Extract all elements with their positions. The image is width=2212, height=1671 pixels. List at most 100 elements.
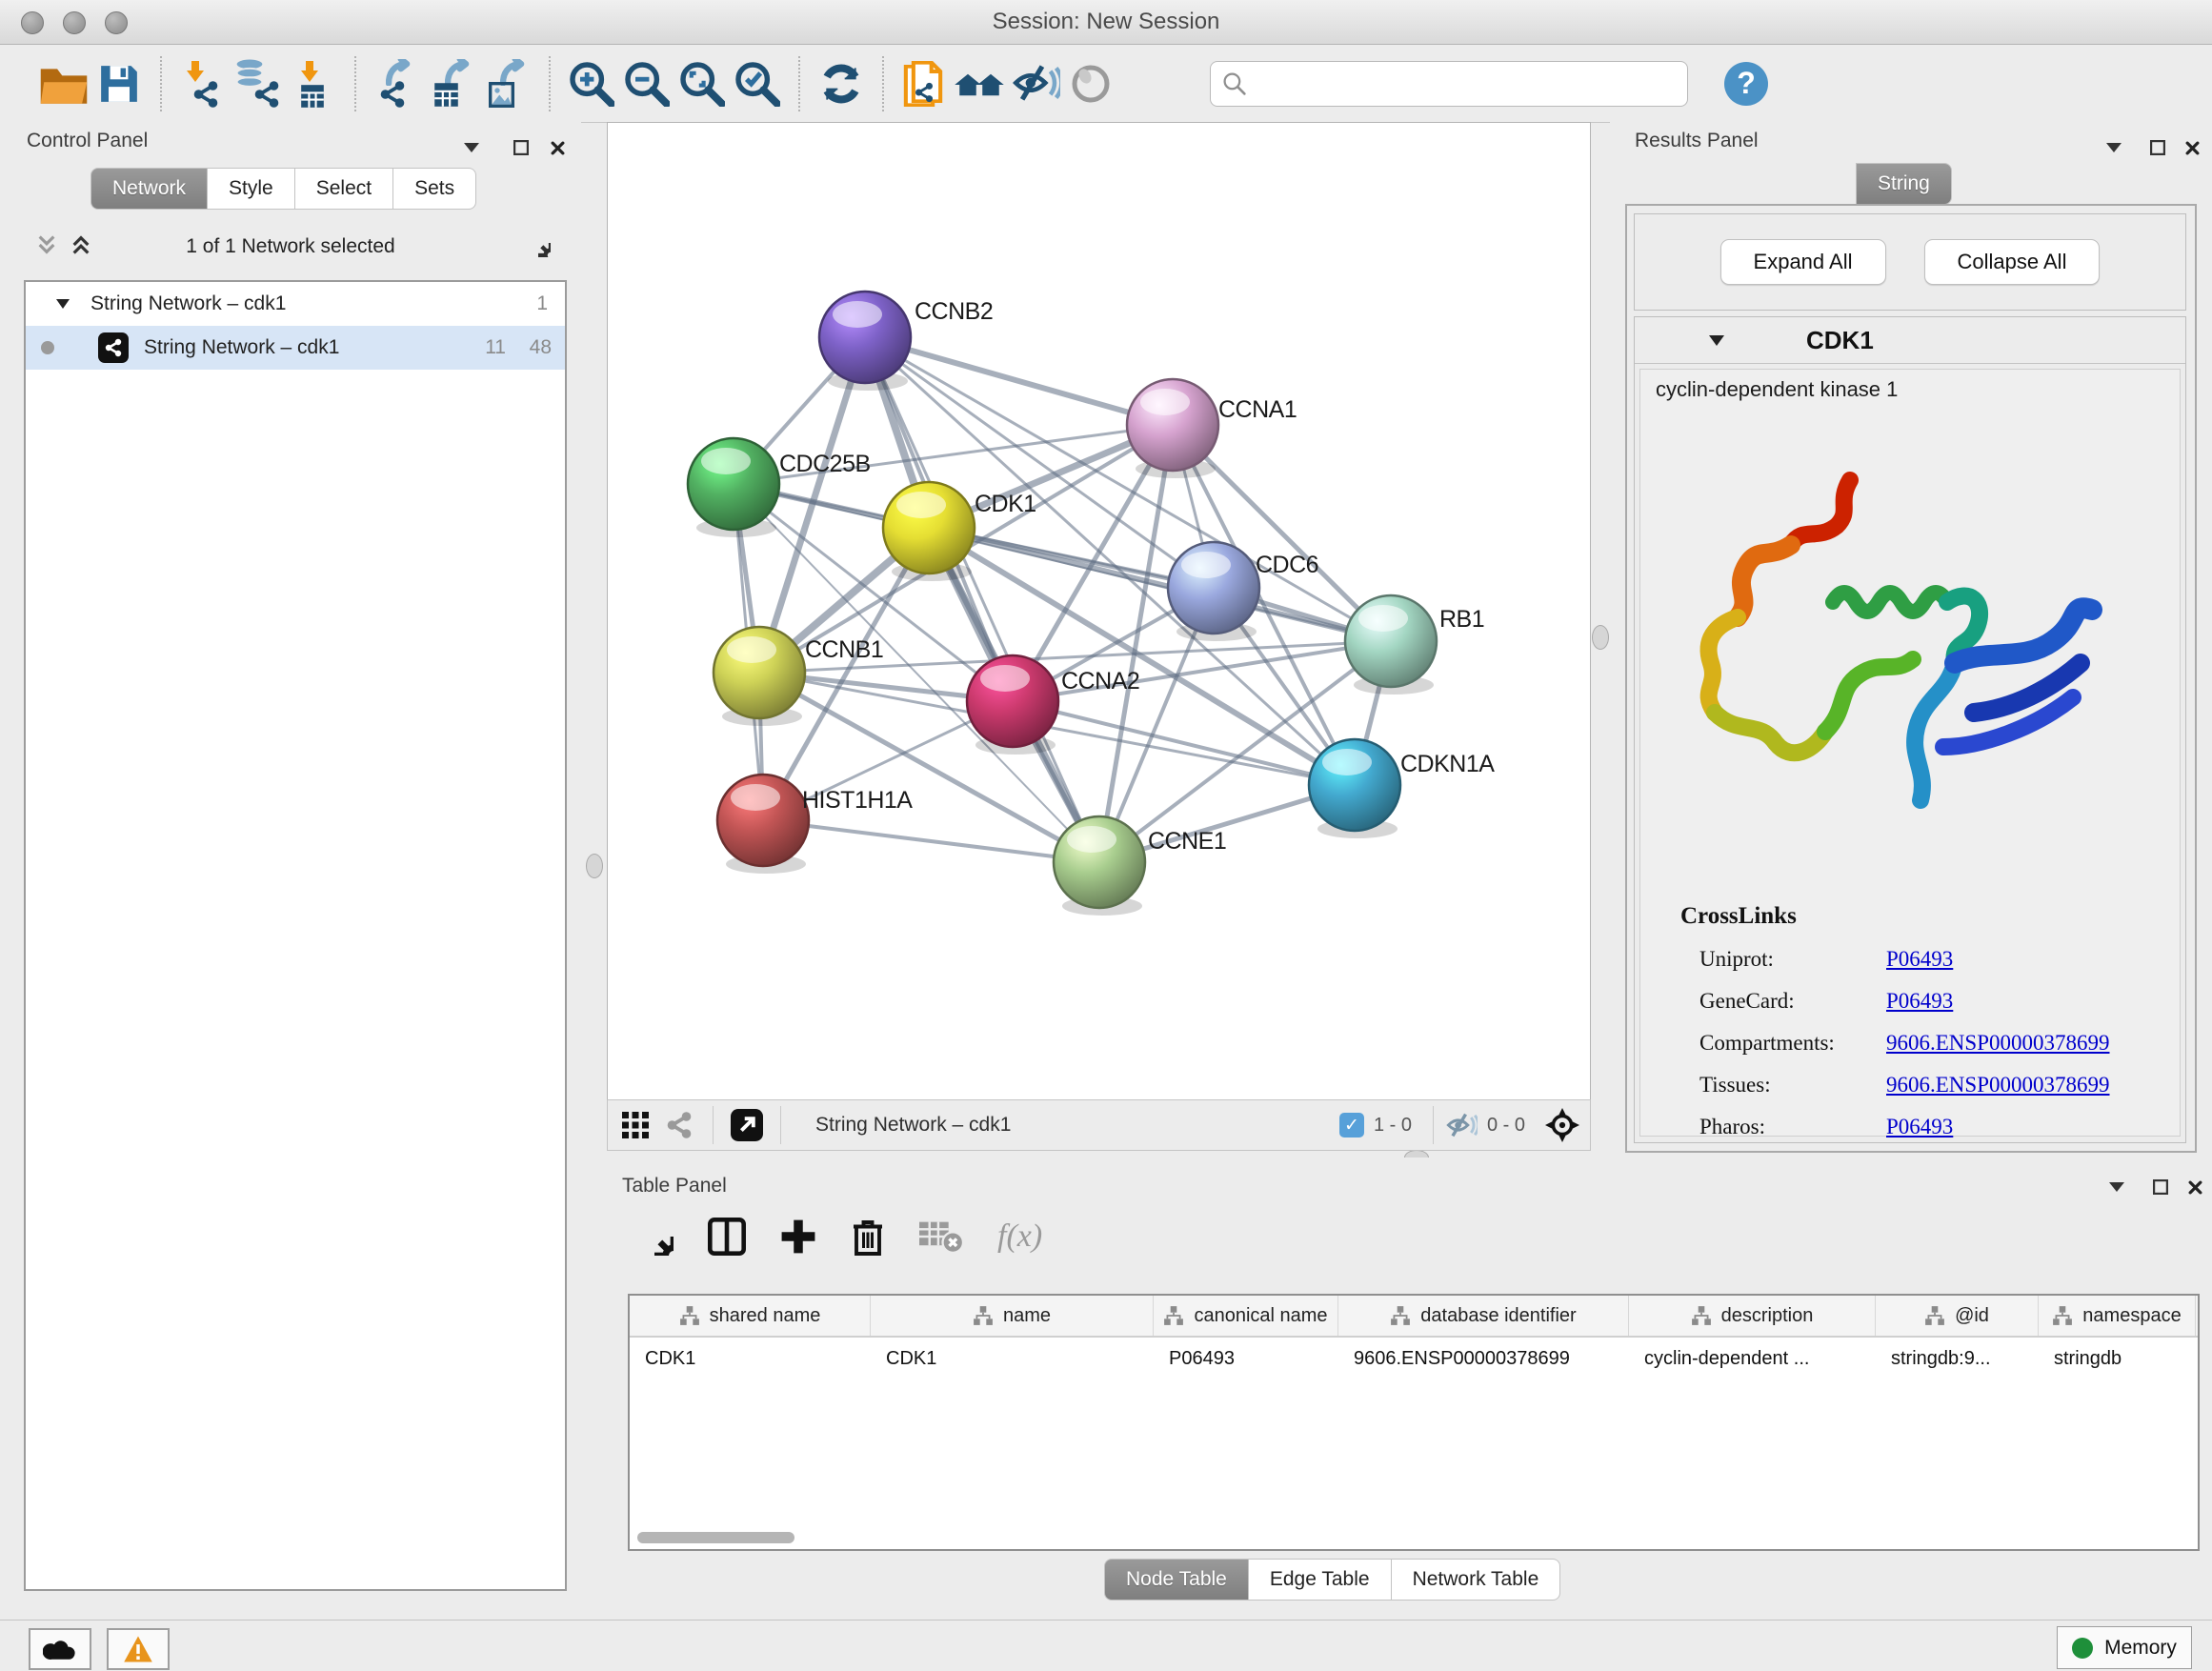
open-session-button[interactable]: [36, 56, 91, 111]
import-network-from-database-button[interactable]: [231, 56, 286, 111]
table-cell[interactable]: CDK1: [630, 1338, 871, 1379]
table-cell[interactable]: stringdb: [2039, 1338, 2196, 1379]
node-CDC6[interactable]: CDC6: [1168, 542, 1318, 641]
add-column-icon[interactable]: [780, 1218, 816, 1255]
column-header-@id[interactable]: @id: [1876, 1296, 2039, 1336]
collapse-entry-icon[interactable]: [1709, 335, 1724, 346]
selected-checkbox-icon[interactable]: ✓: [1339, 1113, 1364, 1137]
crosslink-link[interactable]: P06493: [1886, 989, 1953, 1014]
titlebar: Session: New Session: [0, 0, 2212, 45]
cloud-button[interactable]: [29, 1628, 91, 1670]
zoom-selected-button[interactable]: [730, 56, 785, 111]
edge-CDK1-RB1[interactable]: [929, 528, 1391, 641]
expand-collapse-bar: Expand All Collapse All: [1634, 213, 2186, 311]
string-document-button[interactable]: [897, 56, 953, 111]
network-row-selected[interactable]: String Network – cdk1 11 48: [26, 326, 565, 370]
zoom-fit-button[interactable]: [674, 56, 730, 111]
node-CDK1[interactable]: CDK1: [883, 482, 1036, 581]
edge-CCNB2-CCNE1[interactable]: [865, 337, 1099, 862]
zoom-in-button[interactable]: [564, 56, 619, 111]
crosslink-link[interactable]: P06493: [1886, 947, 1953, 972]
options-gear-icon[interactable]: [526, 231, 551, 255]
tab-network[interactable]: Network: [90, 168, 208, 210]
crosslink-link[interactable]: P06493: [1886, 1115, 1953, 1139]
float-panel-icon[interactable]: [509, 135, 533, 160]
node-label-CDKN1A: CDKN1A: [1400, 751, 1495, 777]
close-panel-icon[interactable]: [2182, 1175, 2207, 1199]
float-panel-icon[interactable]: [2145, 135, 2170, 160]
zoom-out-button[interactable]: [619, 56, 674, 111]
memory-button[interactable]: Memory: [2057, 1626, 2192, 1669]
crosslink-link[interactable]: 9606.ENSP00000378699: [1886, 1073, 2110, 1097]
attribute-tree-icon: [973, 1305, 994, 1326]
collapse-all-button[interactable]: Collapse All: [1924, 239, 2101, 285]
close-panel-icon[interactable]: [2180, 135, 2204, 160]
panel-menu-icon[interactable]: [459, 135, 484, 160]
expand-collection-icon[interactable]: [56, 299, 70, 309]
delete-column-icon[interactable]: [851, 1217, 885, 1257]
close-panel-icon[interactable]: [545, 135, 570, 160]
crosslink-link[interactable]: 9606.ENSP00000378699: [1886, 1031, 2110, 1056]
toolbar-separator: [882, 56, 884, 111]
node-CDC25B[interactable]: CDC25B: [688, 438, 871, 537]
tab-style[interactable]: Style: [208, 168, 295, 210]
column-header-namespace[interactable]: namespace: [2039, 1296, 2196, 1336]
tab-string[interactable]: String: [1856, 163, 1952, 205]
search-field[interactable]: [1210, 61, 1688, 107]
birdseye-grid-icon[interactable]: [613, 1103, 657, 1147]
tab-select[interactable]: Select: [295, 168, 393, 210]
panel-menu-icon[interactable]: [2104, 1175, 2129, 1199]
results-panel: Results Panel String Expand All Collapse…: [1610, 122, 2212, 1158]
export-image-button[interactable]: [480, 56, 535, 111]
help-button[interactable]: ?: [1724, 62, 1768, 106]
column-header-database-identifier[interactable]: database identifier: [1338, 1296, 1629, 1336]
detach-view-icon[interactable]: [725, 1103, 769, 1147]
column-header-name[interactable]: name: [871, 1296, 1154, 1336]
right-splitter-handle[interactable]: [1592, 625, 1609, 650]
hide-unhide-button[interactable]: [1008, 56, 1063, 111]
table-cell[interactable]: CDK1: [871, 1338, 1154, 1379]
edge-HIST1H1A-CCNE1[interactable]: [763, 820, 1099, 862]
share-view-icon[interactable]: [657, 1103, 701, 1147]
show-columns-icon[interactable]: [708, 1218, 746, 1256]
crosshair-icon[interactable]: [1538, 1103, 1586, 1147]
node-details-header[interactable]: CDK1: [1635, 317, 2185, 364]
search-input[interactable]: [1255, 71, 1687, 95]
tab-network-table[interactable]: Network Table: [1392, 1559, 1561, 1601]
table-tabs: Node TableEdge TableNetwork Table: [1104, 1559, 1560, 1601]
column-header-shared-name[interactable]: shared name: [630, 1296, 871, 1336]
node-CDKN1A[interactable]: CDKN1A: [1309, 739, 1495, 838]
import-network-button[interactable]: [175, 56, 231, 111]
table-cell[interactable]: 9606.ENSP00000378699: [1338, 1338, 1629, 1379]
panel-menu-icon[interactable]: [2101, 135, 2126, 160]
import-table-button[interactable]: [286, 56, 341, 111]
column-header-canonical-name[interactable]: canonical name: [1154, 1296, 1338, 1336]
horizontal-scrollbar[interactable]: [637, 1532, 794, 1543]
float-panel-icon[interactable]: [2148, 1175, 2173, 1199]
export-table-button[interactable]: [425, 56, 480, 111]
tab-edge-table[interactable]: Edge Table: [1249, 1559, 1392, 1601]
sphere-button[interactable]: [1063, 56, 1118, 111]
string-network-icon: [98, 332, 129, 363]
table-cell[interactable]: P06493: [1154, 1338, 1338, 1379]
apply-layout-button[interactable]: [814, 56, 869, 111]
column-header-description[interactable]: description: [1629, 1296, 1876, 1336]
tab-sets[interactable]: Sets: [393, 168, 476, 210]
left-splitter-handle[interactable]: [586, 854, 603, 878]
export-network-button[interactable]: [370, 56, 425, 111]
tab-node-table[interactable]: Node Table: [1104, 1559, 1249, 1601]
toolbar-separator: [354, 56, 356, 111]
table-row[interactable]: CDK1CDK1P064939606.ENSP00000378699cyclin…: [630, 1338, 2198, 1379]
network-view-canvas[interactable]: CCNB2CCNA1CDC25BCDK1CDC6RB1CCNB1CCNA2CDK…: [607, 122, 1591, 1100]
table-cell[interactable]: stringdb:9...: [1876, 1338, 2039, 1379]
table-settings-gear-icon[interactable]: [635, 1218, 674, 1256]
node-RB1[interactable]: RB1: [1345, 595, 1484, 695]
node-HIST1H1A[interactable]: HIST1H1A: [717, 775, 913, 874]
network-collection-row[interactable]: String Network – cdk1 1: [26, 282, 565, 326]
expand-all-button[interactable]: Expand All: [1720, 239, 1886, 285]
results-panel-title: Results Panel: [1635, 130, 1759, 152]
warnings-button[interactable]: [107, 1628, 170, 1670]
houses-button[interactable]: [953, 56, 1008, 111]
save-session-button[interactable]: [91, 56, 147, 111]
table-cell[interactable]: cyclin-dependent ...: [1629, 1338, 1876, 1379]
